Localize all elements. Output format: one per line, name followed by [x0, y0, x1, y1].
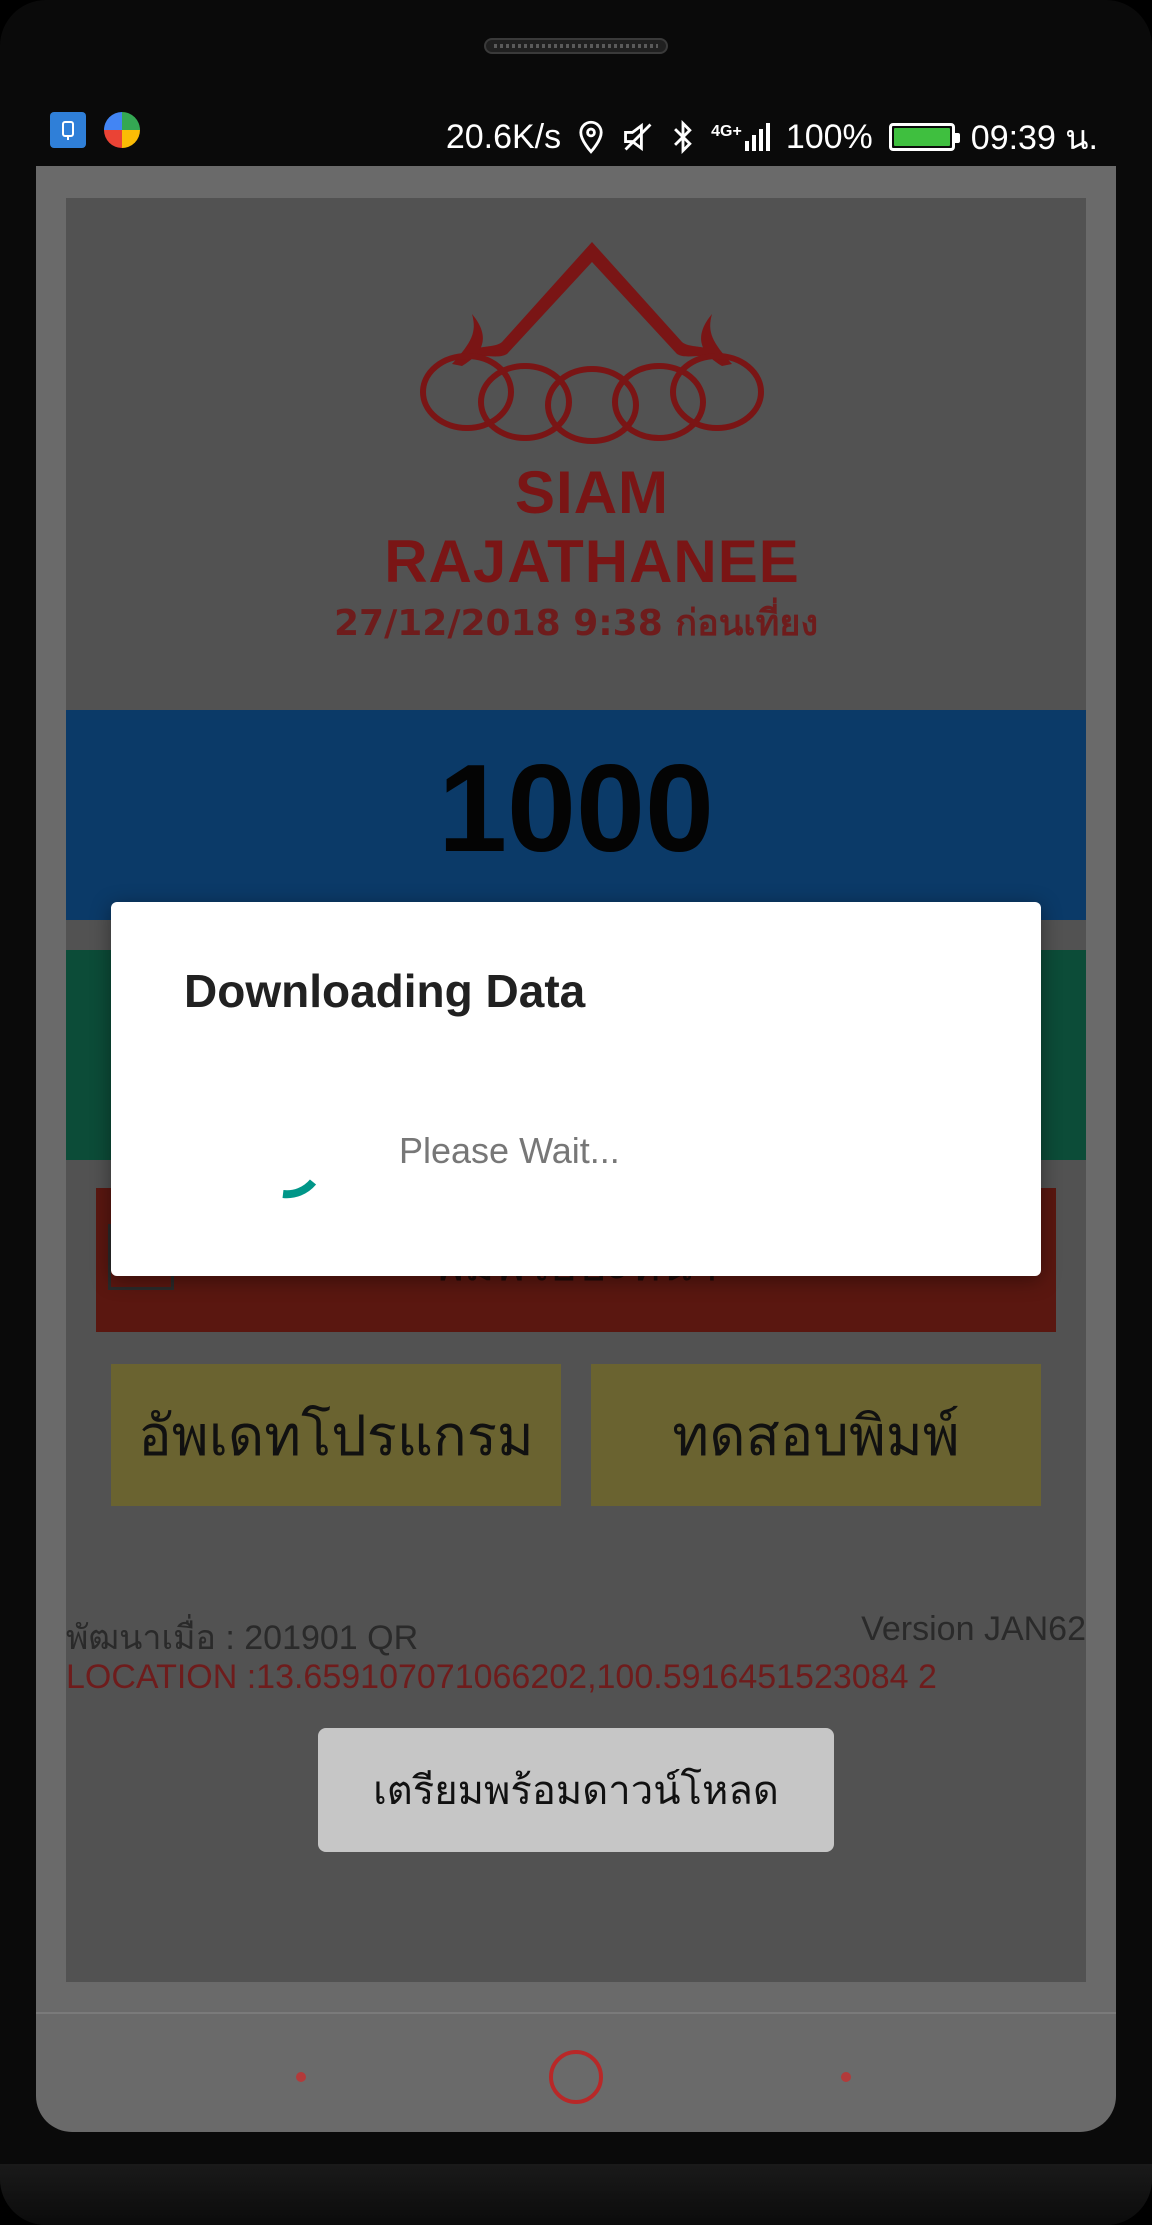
navigation-bar: [36, 2012, 1116, 2132]
battery-icon: [888, 123, 960, 151]
dialog-title: Downloading Data: [184, 965, 586, 1017]
bluetooth-icon: [674, 120, 692, 154]
version-label: Version JAN62: [861, 1610, 1086, 1648]
usb-debug-icon: [50, 112, 86, 148]
update-program-button[interactable]: อัพเดทโปรแกรม: [111, 1364, 561, 1506]
clock: 09:39 น.: [970, 119, 1098, 157]
loading-spinner-icon: [282, 1179, 317, 1199]
google-maps-icon: [104, 112, 140, 148]
test-print-button[interactable]: ทดสอบพิมพ์: [591, 1364, 1041, 1506]
siam-rajathanee-logo: SIAM RAJATHANEE: [302, 242, 882, 595]
net-speed: 20.6K/s: [445, 117, 562, 156]
dialog-message: Please Wait...: [399, 1130, 620, 1171]
status-bar: 20.6K/s 4G+ 100% 09:39 น.: [36, 108, 1116, 157]
location-readout: LOCATION :13.659107071066202,100.5916451…: [66, 1658, 937, 1696]
device-chin: [0, 2164, 1152, 2225]
counter-value: 1000: [438, 740, 714, 878]
earpiece-speaker: [484, 38, 668, 54]
signal-icon: 4G+: [711, 123, 770, 151]
home-button[interactable]: [549, 2050, 603, 2104]
battery-percent: 100%: [785, 117, 873, 156]
location-icon: [579, 120, 603, 154]
dev-info: พัฒนาเมื่อ : 201901 QR: [66, 1619, 419, 1657]
progress-dialog: Downloading Data Please Wait...: [111, 902, 1041, 1276]
mute-icon: [624, 122, 652, 152]
counter-panel: 1000: [66, 710, 1086, 920]
toast-message: เตรียมพร้อมดาวน์โหลด: [318, 1728, 834, 1852]
back-button[interactable]: [296, 2072, 306, 2082]
phone-frame: 20.6K/s 4G+ 100% 09:39 น. SIAM RAJATHANE…: [0, 0, 1152, 2225]
current-datetime: 27/12/2018 9:38 ก่อนเที่ยง: [333, 603, 819, 644]
logo-text: SIAM RAJATHANEE: [384, 459, 800, 595]
recent-apps-button[interactable]: [841, 2072, 851, 2082]
